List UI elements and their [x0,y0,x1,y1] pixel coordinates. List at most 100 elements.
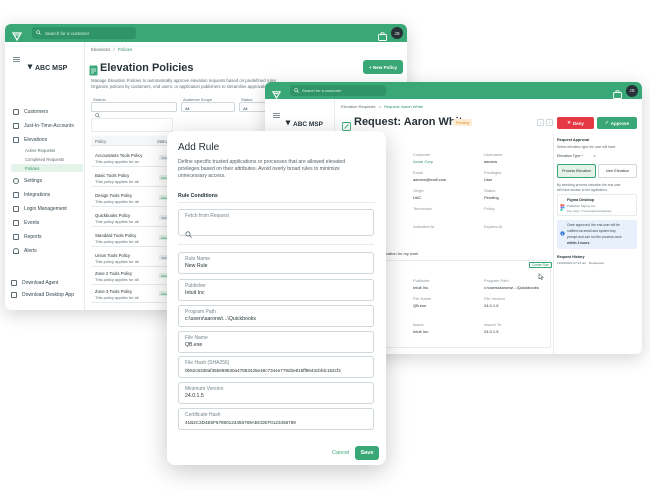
sidebar-item-elevations[interactable]: Elevations [13,137,47,143]
customer-search-input[interactable]: Search for a customer [290,85,386,96]
policy-desc: This policy applies for all [95,295,139,300]
process-elevation-option[interactable]: Process Elevation [557,164,596,178]
fetch-label: Fetch from Request [185,213,229,219]
breadcrumb-policies: Policies [117,47,133,52]
sidebar-item-jit-accounts[interactable]: Just-In-Time-Accounts [13,123,74,129]
bell-icon [13,248,19,254]
program-path-field[interactable]: Program Path c:\users\aaronw\...\Quickboo… [178,305,374,327]
policy-desc: This policy applies for all [95,179,139,184]
field-value: Intuit Inc. [413,285,430,290]
field-value: QB.exe [413,303,427,308]
deny-button[interactable]: ✕ Deny [557,117,594,129]
filter-search-input[interactable] [91,102,177,118]
certificate-hash-field[interactable]: Certificate Hash 41B2C3D4E5F6789012345678… [178,408,374,430]
approval-desc: Select elevation type the user will have [557,145,616,149]
sidebar-subitem-active[interactable]: Active Requests [25,148,55,153]
sidebar-collapse-icon[interactable] [13,49,20,67]
new-policy-button[interactable]: + New Policy [363,60,403,74]
policy-desc: This policy applies for all [95,219,139,224]
field-value: 0b52c5338af355699530a47683425e48c7344e77… [185,368,341,373]
file-hash-field[interactable]: File Hash (SHA256) 0b52c5338af355699530a4… [178,356,374,378]
sidebar-subitem-completed[interactable]: Completed Requests [25,157,64,162]
approve-button[interactable]: ✓ Approve [597,117,637,129]
info-line-4: within 4 hours. [567,241,591,245]
publisher-field[interactable]: Publisher Intuit Inc [178,279,374,301]
sidebar-collapse-icon[interactable] [273,105,280,123]
app-publisher: Publisher: Figma, Inc. [567,204,597,208]
field-value: aaronw@mail.com [413,177,447,182]
app-logo-icon[interactable] [11,28,23,42]
file-name-field[interactable]: File Name QB.exe [178,331,374,353]
rule-name-field[interactable]: Rule Name New Rule [178,252,374,274]
user-elevation-label: User Elevation [605,169,630,173]
sidebar-item-login-management[interactable]: Login Management [13,206,67,212]
sidebar-item-settings[interactable]: Settings [13,178,42,184]
table-row[interactable]: Standard Tools Policy This policy applies… [91,230,173,247]
plug-icon [13,192,19,198]
sidebar-item-events[interactable]: Events [13,220,39,226]
save-button[interactable]: Save [355,446,379,460]
briefcase-icon[interactable] [613,86,622,104]
field-label: Email [413,170,424,175]
user-elevation-option[interactable]: User Elevation [598,164,637,178]
table-row[interactable]: Zone 3 Tools Policy This policy applies f… [91,286,173,303]
customer-search-input[interactable]: Search for a customer [32,27,136,39]
briefcase-icon[interactable] [378,28,387,46]
table-row[interactable]: Design Tools Policy This policy applies f… [91,190,173,207]
download-icon [11,292,17,298]
prev-request-button[interactable]: ‹ [537,119,544,126]
sidebar-item-label: Alerts [24,248,37,254]
table-row[interactable]: Zone 2 Tools Policy This policy applies f… [91,268,173,285]
sidebar-item-reports[interactable]: Reports [13,234,42,240]
breadcrumb-requests[interactable]: Elevation Requests [341,104,375,109]
minimum-version-field[interactable]: Minimum Version 24.0.1.5 [178,382,374,404]
elevation-icon [13,137,19,143]
sidebar-item-integrations[interactable]: Integrations [13,192,50,198]
customer-link[interactable]: Acme Corp [413,159,433,164]
fetch-divider [178,244,374,245]
sidebar-subitem-policies[interactable]: Policies [25,166,39,171]
field-label: Origin [413,188,424,193]
policy-name: Union Tools Policy [95,253,131,258]
policy-name: Accountants Tools Policy [95,153,143,158]
approval-heading: Request Approval [557,138,590,142]
history-heading: Request History [557,255,585,259]
breadcrumb-elevations[interactable]: Elevations [91,47,110,52]
table-row[interactable]: Accountants Tools Policy This policy appl… [91,150,173,167]
next-request-button[interactable]: › [546,119,553,126]
filter-audience-select[interactable]: All [181,102,235,112]
policy-name: Zone 3 Tools Policy [95,289,133,294]
fetch-from-request-input[interactable]: Fetch from Request [178,209,374,238]
dialog-title: Add Rule [178,142,220,153]
table-row[interactable]: Basic Tools Policy This policy applies fo… [91,170,173,187]
field-label: Rule Name [185,256,211,262]
avatar[interactable]: JS [626,84,638,97]
calendar-icon [13,220,19,226]
elevation-type-select[interactable]: ▾ [594,154,600,158]
field-value: New Rule [185,263,208,269]
table-row[interactable]: Quickbooks Policy This policy applies for… [91,210,173,227]
table-row[interactable]: Union Tools Policy This policy applies fo… [91,250,173,267]
breadcrumb-separator: / [113,47,115,52]
col-policy-header[interactable]: Policy [95,139,106,144]
avatar[interactable]: JS [391,27,403,39]
customers-icon [13,109,19,115]
approve-label: Approve [610,120,630,126]
sidebar-item-customers[interactable]: Customers [13,109,48,115]
figma-icon [560,198,565,216]
close-icon: ✕ [567,120,571,125]
field-value: QB.exe [185,342,203,348]
app-logo-icon[interactable] [271,86,282,100]
download-desktop-link[interactable]: Download Desktop App [11,292,74,298]
accounts-icon [13,123,19,129]
field-label: Issuer [413,322,424,327]
sidebar-item-alerts[interactable]: Alerts [13,248,37,254]
dialog-desc-2: privileges based on their attributes. Av… [178,166,340,172]
cancel-button[interactable]: Cancel [332,450,349,456]
download-agent-link[interactable]: Download Agent [11,280,58,286]
gear-icon [13,178,19,184]
process-elevation-label: Process Elevation [562,169,591,173]
field-label: Publisher [413,278,430,283]
elevation-note-1: By selecting process elevation the end u… [557,183,621,187]
field-technician: Technician [413,206,432,213]
